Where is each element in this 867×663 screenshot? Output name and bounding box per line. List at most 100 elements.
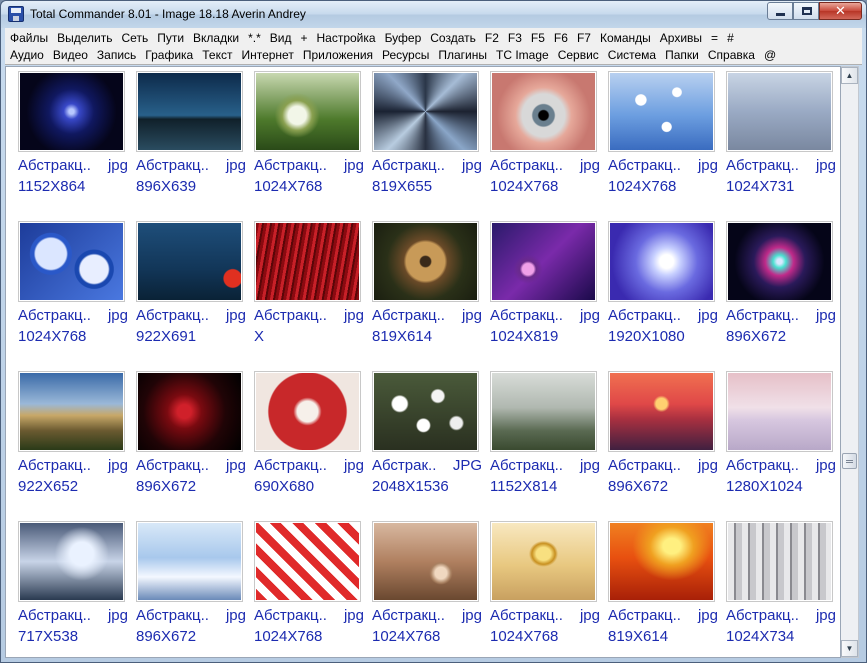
thumbnail-item[interactable]: Абстракц.. jpg 896X672 <box>136 371 248 499</box>
thumbnail-item[interactable]: Абстрак.. JPG 2048X1536 <box>372 371 484 499</box>
buttonbar-item[interactable]: TC Image <box>491 47 553 64</box>
floppy-disk-icon[interactable] <box>8 6 24 22</box>
menu-item[interactable]: Архивы <box>655 29 706 47</box>
thumbnail-item[interactable]: Абстракц.. jpg 1024X731 <box>726 71 838 199</box>
close-button[interactable]: ✕ <box>819 2 862 20</box>
thumbnail-item[interactable]: Абстракц.. jpg 1024X768 <box>18 221 130 349</box>
thumbnail-image[interactable] <box>18 371 125 452</box>
thumbnail-image[interactable] <box>372 521 479 602</box>
thumbnail-item[interactable]: Абстракц.. jpg 1024X768 <box>490 71 602 199</box>
thumbnail-item[interactable]: Абстракц.. jpg 717X538 <box>18 521 130 649</box>
buttonbar-item[interactable]: Интернет <box>236 47 297 64</box>
maximize-button[interactable] <box>793 2 819 20</box>
thumbnail-image[interactable] <box>254 371 361 452</box>
thumbnail-item[interactable]: Абстракц.. jpg 896X672 <box>608 371 720 499</box>
thumbnail-image[interactable] <box>18 521 125 602</box>
buttonbar-item[interactable]: Плагины <box>433 47 491 64</box>
thumbnail-image[interactable] <box>254 521 361 602</box>
thumbnail-image[interactable] <box>18 221 125 302</box>
buttonbar-item[interactable]: Приложения <box>298 47 377 64</box>
menu-item[interactable]: F5 <box>526 29 549 47</box>
buttonbar-item[interactable]: Справка <box>703 47 759 64</box>
thumbnail-image[interactable] <box>608 221 715 302</box>
buttonbar-item[interactable]: Папки <box>660 47 703 64</box>
menu-item[interactable]: F3 <box>503 29 526 47</box>
thumbnail-image[interactable] <box>608 521 715 602</box>
menu-item[interactable]: F6 <box>549 29 572 47</box>
thumbnail-image[interactable] <box>254 221 361 302</box>
thumbnail-item[interactable]: Абстракц.. jpg 1280X1024 <box>726 371 838 499</box>
buttonbar-item[interactable]: Видео <box>48 47 92 64</box>
menu-item[interactable]: Буфер <box>380 29 426 47</box>
thumbnail-item[interactable]: Абстракц.. jpg 1920X1080 <box>608 221 720 349</box>
menu-item[interactable]: F2 <box>480 29 503 47</box>
thumbnail-image[interactable] <box>726 371 833 452</box>
buttonbar-item[interactable]: Сервис <box>553 47 603 64</box>
scroll-up-icon[interactable]: ▲ <box>841 67 858 84</box>
thumbnail-image[interactable] <box>726 221 833 302</box>
thumbnail-image[interactable] <box>490 371 597 452</box>
menu-item[interactable]: = <box>706 29 722 47</box>
menu-item[interactable]: # <box>722 29 738 47</box>
menu-item[interactable]: Создать <box>425 29 480 47</box>
minimize-button[interactable] <box>767 2 793 20</box>
menu-item[interactable]: Настройка <box>311 29 379 47</box>
menu-item[interactable]: F7 <box>572 29 595 47</box>
scroll-down-icon[interactable]: ▼ <box>841 640 858 657</box>
buttonbar-item[interactable]: Ресурсы <box>377 47 433 64</box>
menu-item[interactable]: *.* <box>243 29 265 47</box>
thumbnail-item[interactable]: Абстракц.. jpg 1024X768 <box>608 71 720 199</box>
thumbnail-item[interactable]: Абстракц.. jpg 922X652 <box>18 371 130 499</box>
thumbnail-item[interactable]: Абстракц.. jpg X <box>254 221 366 349</box>
thumbnail-image[interactable] <box>372 371 479 452</box>
thumbnail-item[interactable]: Абстракц.. jpg 819X614 <box>372 221 484 349</box>
thumbnail-image[interactable] <box>490 521 597 602</box>
thumbnail-item[interactable]: Абстракц.. jpg 819X655 <box>372 71 484 199</box>
thumbnail-panel[interactable]: Абстракц.. jpg 1152X864 Абстракц.. jpg 896X63… <box>5 66 841 658</box>
thumbnail-item[interactable]: Абстракц.. jpg 922X691 <box>136 221 248 349</box>
thumbnail-item[interactable]: Абстракц.. jpg 819X614 <box>608 521 720 649</box>
scrollbar-thumb[interactable] <box>842 453 857 469</box>
thumbnail-item[interactable]: Абстракц.. jpg 1152X814 <box>490 371 602 499</box>
buttonbar-item[interactable]: Система <box>603 47 660 64</box>
menu-item[interactable]: Пути <box>152 29 188 47</box>
thumbnail-image[interactable] <box>608 371 715 452</box>
thumbnail-image[interactable] <box>18 71 125 152</box>
thumbnail-image[interactable] <box>136 71 243 152</box>
thumbnail-item[interactable]: Абстракц.. jpg 690X680 <box>254 371 366 499</box>
buttonbar-item[interactable]: @ <box>759 47 780 64</box>
thumbnail-image[interactable] <box>372 71 479 152</box>
menu-item[interactable]: Выделить <box>52 29 116 47</box>
title-bar[interactable]: Total Commander 8.01 - Image 18.18 Averi… <box>1 1 866 28</box>
thumbnail-item[interactable]: Абстракц.. jpg 1152X864 <box>18 71 130 199</box>
thumbnail-item[interactable]: Абстракц.. jpg 1024X819 <box>490 221 602 349</box>
buttonbar-item[interactable]: Запись <box>92 47 140 64</box>
thumbnail-image[interactable] <box>136 521 243 602</box>
thumbnail-item[interactable]: Абстракц.. jpg 896X672 <box>726 221 838 349</box>
thumbnail-image[interactable] <box>254 71 361 152</box>
thumbnail-image[interactable] <box>490 221 597 302</box>
buttonbar-item[interactable]: Графика <box>140 47 197 64</box>
menu-item[interactable]: + <box>295 29 311 47</box>
thumbnail-item[interactable]: Абстракц.. jpg 896X672 <box>136 521 248 649</box>
thumbnail-image[interactable] <box>136 371 243 452</box>
thumbnail-item[interactable]: Абстракц.. jpg 896X639 <box>136 71 248 199</box>
vertical-scrollbar[interactable]: ▲ ▼ <box>841 66 859 658</box>
buttonbar-item[interactable]: Аудио <box>5 47 48 64</box>
thumbnail-item[interactable]: Абстракц.. jpg 1024X768 <box>254 71 366 199</box>
thumbnail-image[interactable] <box>726 521 833 602</box>
menu-item[interactable]: Файлы <box>5 29 52 47</box>
thumbnail-item[interactable]: Абстракц.. jpg 1024X768 <box>372 521 484 649</box>
menu-item[interactable]: Сеть <box>117 29 153 47</box>
thumbnail-image[interactable] <box>372 221 479 302</box>
thumbnail-item[interactable]: Абстракц.. jpg 1024X768 <box>254 521 366 649</box>
thumbnail-image[interactable] <box>490 71 597 152</box>
thumbnail-item[interactable]: Абстракц.. jpg 1024X734 <box>726 521 838 649</box>
thumbnail-image[interactable] <box>726 71 833 152</box>
thumbnail-image[interactable] <box>608 71 715 152</box>
buttonbar-item[interactable]: Текст <box>197 47 236 64</box>
menu-item[interactable]: Вкладки <box>188 29 243 47</box>
thumbnail-image[interactable] <box>136 221 243 302</box>
thumbnail-item[interactable]: Абстракц.. jpg 1024X768 <box>490 521 602 649</box>
menu-item[interactable]: Вид <box>265 29 296 47</box>
